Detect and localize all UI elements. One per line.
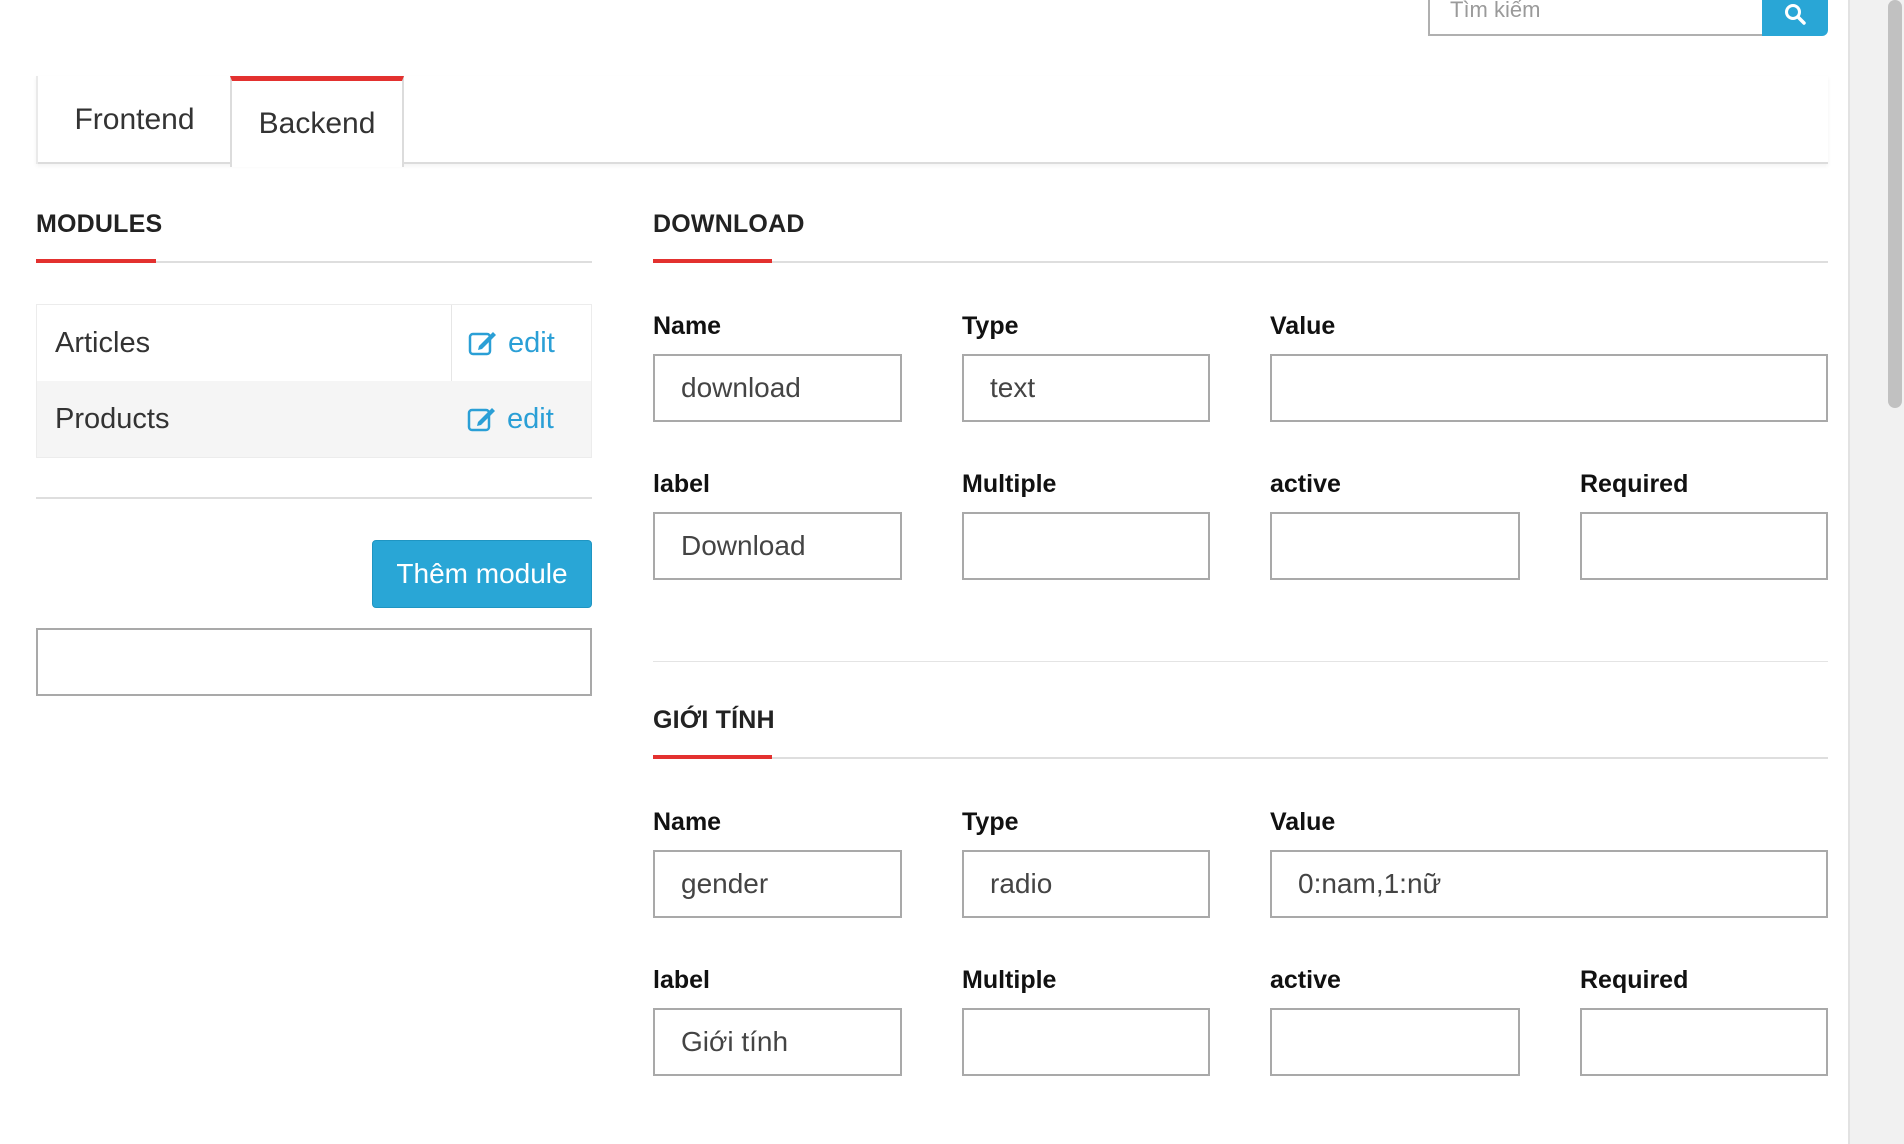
- active-label: active: [1270, 966, 1341, 994]
- required-label: Required: [1580, 966, 1689, 994]
- label-label: label: [653, 470, 710, 498]
- required-field[interactable]: [1580, 512, 1828, 580]
- edit-label: edit: [507, 402, 554, 435]
- value-field[interactable]: 0:nam,1:nữ: [1270, 850, 1828, 918]
- list-item: Articles edit: [37, 305, 591, 381]
- type-label: Type: [962, 312, 1019, 340]
- label-label: label: [653, 966, 710, 994]
- search-button[interactable]: [1762, 0, 1828, 36]
- multiple-field[interactable]: [962, 512, 1210, 580]
- multiple-label: Multiple: [962, 966, 1057, 994]
- field-block-separator: [653, 661, 1828, 662]
- edit-link[interactable]: edit: [451, 381, 591, 457]
- module-list: Articles edit Products edit: [36, 304, 592, 458]
- multiple-label: Multiple: [962, 470, 1057, 498]
- page-scrollbar[interactable]: [1848, 0, 1904, 1144]
- value-field[interactable]: [1270, 354, 1828, 422]
- field-accent-line: [653, 755, 772, 759]
- multiple-field[interactable]: [962, 1008, 1210, 1076]
- search-input[interactable]: [1428, 0, 1762, 36]
- modules-accent-line: [36, 259, 156, 263]
- label-field[interactable]: Download: [653, 512, 902, 580]
- name-field[interactable]: download: [653, 354, 902, 422]
- field-heading-download: DOWNLOAD: [653, 210, 805, 238]
- scrollbar-thumb[interactable]: [1888, 0, 1902, 408]
- add-module-button[interactable]: Thêm module: [372, 540, 592, 608]
- new-module-input[interactable]: [36, 628, 592, 696]
- field-divider: [653, 261, 1828, 263]
- modules-heading: MODULES: [36, 210, 163, 238]
- edit-icon: [467, 408, 495, 432]
- type-label: Type: [962, 808, 1019, 836]
- value-label: Value: [1270, 808, 1336, 836]
- edit-icon: [468, 332, 496, 356]
- edit-link[interactable]: edit: [451, 305, 591, 381]
- tab-frontend[interactable]: Frontend: [36, 76, 231, 164]
- required-field[interactable]: [1580, 1008, 1828, 1076]
- list-item: Products edit: [37, 381, 591, 457]
- active-field[interactable]: [1270, 512, 1520, 580]
- module-name: Products: [55, 402, 170, 435]
- field-divider: [653, 757, 1828, 759]
- search-icon: [1785, 4, 1806, 25]
- name-field[interactable]: gender: [653, 850, 902, 918]
- label-field[interactable]: Giới tính: [653, 1008, 902, 1076]
- type-field[interactable]: radio: [962, 850, 1210, 918]
- active-label: active: [1270, 470, 1341, 498]
- type-field[interactable]: text: [962, 354, 1210, 422]
- edit-label: edit: [508, 326, 555, 359]
- name-label: Name: [653, 312, 722, 340]
- tab-bar: Frontend Backend: [36, 76, 1828, 167]
- modules-bottom-divider: [36, 497, 592, 499]
- field-heading-gender: GIỚI TÍNH: [653, 706, 775, 734]
- required-label: Required: [1580, 470, 1689, 498]
- search-bar: [1428, 0, 1828, 36]
- active-field[interactable]: [1270, 1008, 1520, 1076]
- module-name: Articles: [55, 326, 151, 359]
- name-label: Name: [653, 808, 722, 836]
- field-accent-line: [653, 259, 772, 263]
- tab-backend[interactable]: Backend: [230, 76, 404, 167]
- value-label: Value: [1270, 312, 1336, 340]
